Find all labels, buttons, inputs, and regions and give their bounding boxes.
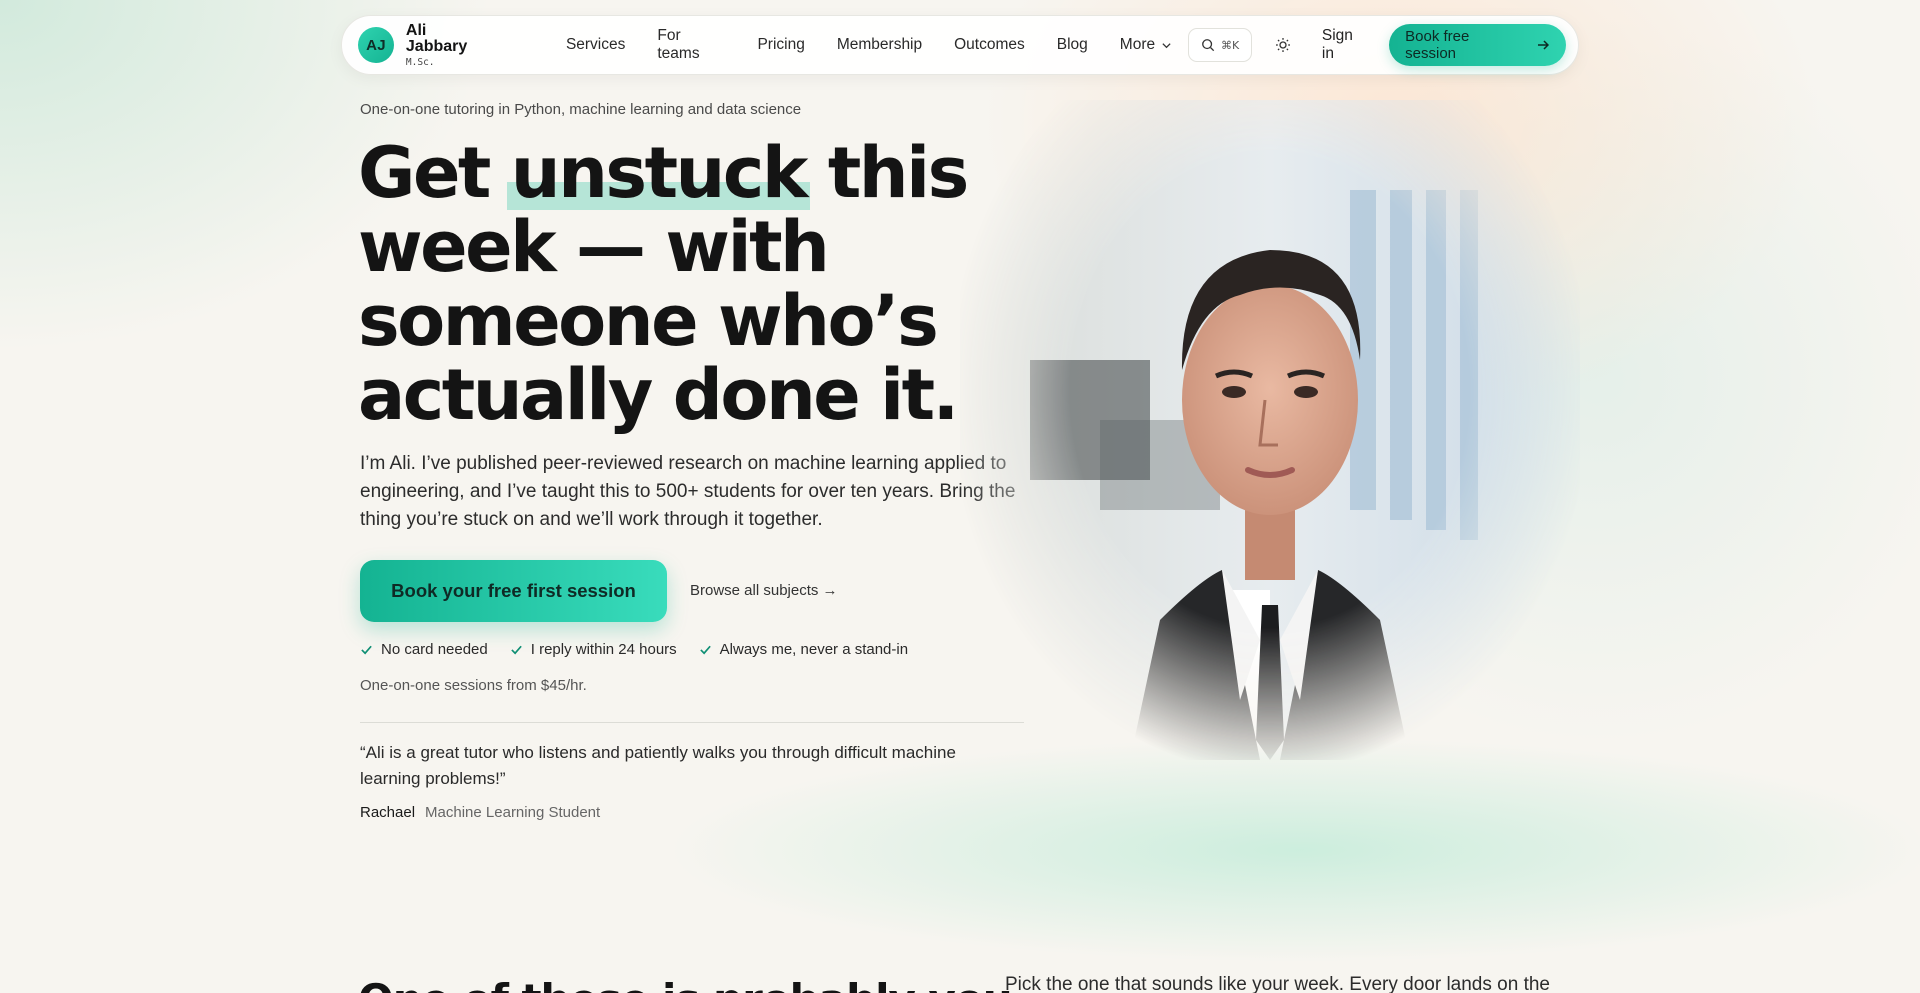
check-label: Always me, never a stand-in — [719, 641, 909, 658]
top-navbar: AJ Ali Jabbary M.Sc. Services For teams … — [341, 15, 1579, 75]
chevron-down-icon — [1162, 42, 1171, 48]
brand-degree: M.Sc. — [405, 56, 435, 68]
hero-lede: I’m Ali. I’ve published peer-reviewed re… — [360, 453, 1016, 530]
hero-eyebrow: One-on-one tutoring in Python, machine l… — [360, 101, 802, 118]
search-shortcut: ⌘K — [1220, 38, 1240, 52]
testimonial-role: Machine Learning Student — [425, 804, 601, 821]
trust-checklist: No card needed I reply within 24 hours A… — [360, 641, 908, 658]
sign-in-link[interactable]: Sign in — [1322, 27, 1369, 63]
checkmark-icon — [699, 645, 711, 655]
tutor-portrait — [960, 100, 1580, 760]
browse-subjects-link[interactable]: Browse all subjects → — [690, 582, 838, 599]
sun-icon — [1275, 38, 1290, 52]
nav-link-for-teams[interactable]: For teams — [641, 27, 741, 63]
nav-link-membership[interactable]: Membership — [821, 27, 938, 63]
divider — [360, 722, 1024, 723]
headline-line-1-pre: Get — [358, 132, 511, 214]
testimonial-attribution: Rachael Machine Learning Student — [360, 804, 600, 821]
book-free-session-button[interactable]: Book free session — [1389, 24, 1566, 66]
headline-line-1: Get unstuck this — [358, 136, 998, 210]
theme-toggle[interactable] — [1266, 28, 1300, 62]
search-icon — [1202, 39, 1215, 52]
price-note: One-on-one sessions from $45/hr. — [360, 677, 587, 694]
checkmark-icon — [511, 645, 522, 655]
headline-line-1-post: this — [805, 132, 969, 214]
nav-link-outcomes[interactable]: Outcomes — [938, 27, 1041, 63]
next-section-heading: One of these is probably you — [358, 975, 1013, 993]
nav-link-pricing[interactable]: Pricing — [741, 27, 820, 63]
nav-link-blog[interactable]: Blog — [1041, 27, 1104, 63]
check-item: No card needed — [360, 641, 488, 658]
testimonial-name: Rachael — [360, 804, 416, 821]
testimonial-quote: “Ali is a great tutor who listens and pa… — [360, 743, 956, 788]
headline-line-3: someone who’s — [358, 280, 939, 362]
brand-name: Ali Jabbary — [405, 21, 468, 55]
book-free-session-label: Book free session — [1405, 28, 1470, 62]
headline-highlight: unstuck — [510, 132, 809, 214]
nav-links: Services For teams Pricing Membership Ou… — [550, 27, 1188, 63]
logo-badge[interactable]: AJ — [358, 27, 394, 63]
check-item: I reply within 24 hours — [510, 641, 677, 658]
check-label: No card needed — [381, 641, 488, 658]
headline-line-4: actually done it. — [358, 354, 959, 436]
nav-link-more-label: More — [1119, 36, 1156, 53]
next-section-text: Pick the one that sounds like your week.… — [1005, 974, 1550, 993]
nav-link-more[interactable]: More — [1104, 27, 1188, 63]
arrow-right-icon — [1538, 40, 1550, 50]
brand[interactable]: Ali Jabbary M.Sc. — [405, 21, 492, 68]
check-label: I reply within 24 hours — [530, 641, 677, 658]
book-first-session-button[interactable]: Book your free first session — [360, 560, 667, 622]
checkmark-icon — [361, 645, 372, 655]
nav-link-services[interactable]: Services — [550, 27, 641, 63]
check-item: Always me, never a stand-in — [699, 641, 908, 658]
search-button[interactable]: ⌘K — [1188, 28, 1252, 62]
hero-headline: Get unstuck this week — with someone who… — [358, 136, 998, 432]
headline-line-2: week — with — [358, 206, 830, 288]
